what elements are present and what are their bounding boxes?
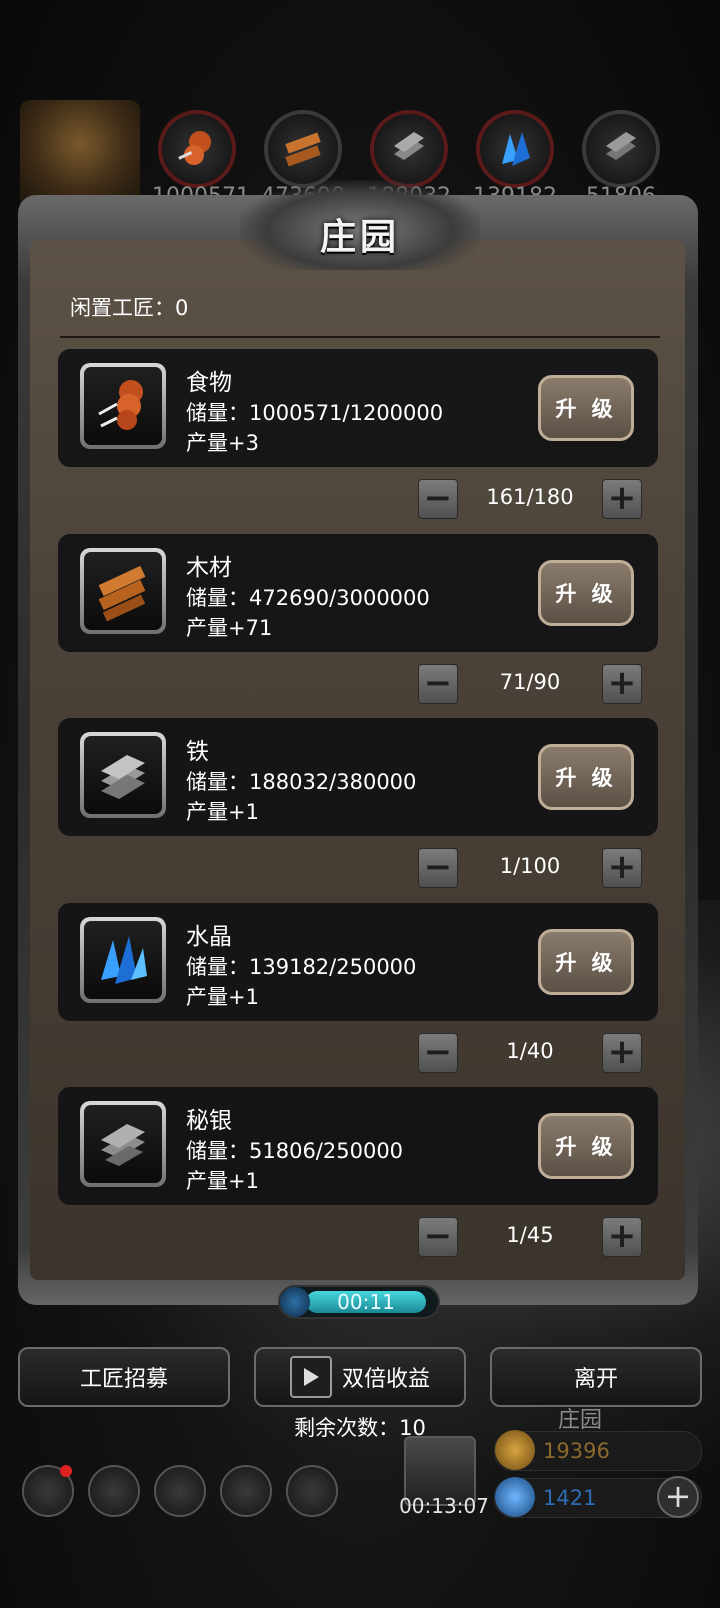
iron-icon (394, 132, 424, 160)
resource-production: 产量+1 (186, 800, 259, 824)
recruit-artisan-button[interactable]: 工匠招募 (18, 1347, 230, 1407)
resource-name: 木材 (186, 555, 232, 581)
add-gems-button[interactable]: + (657, 1476, 699, 1518)
resource-name: 食物 (186, 370, 232, 396)
resource-row-mithril: 秘银 储量：51806/250000 产量+1 升 级 (58, 1087, 658, 1205)
meat-icon (178, 131, 211, 165)
resource-storage: 储量：51806/250000 (186, 1139, 404, 1163)
resource-production: 产量+1 (186, 985, 259, 1009)
collect-timer: 00:11 (278, 1285, 440, 1319)
crystal-icon (502, 132, 530, 166)
leave-label: 离开 (573, 1367, 618, 1392)
resource-row-crystal: 水晶 储量：139182/250000 产量+1 升 级 (58, 903, 658, 1021)
worker-count: 161/180 (486, 485, 574, 509)
resource-production: 产量+1 (186, 1169, 259, 1193)
top-mithril-slot[interactable] (582, 110, 660, 188)
gold-value: 19396 (543, 1439, 610, 1463)
mithril-icon (606, 132, 636, 160)
mithril-icon-frame (80, 1101, 166, 1187)
wood-icon-frame (80, 548, 166, 634)
resource-row-food: 食物 储量：1000571/1200000 产量+3 升 级 (58, 349, 658, 467)
estate-label: 庄园 (558, 1408, 603, 1433)
upgrade-button[interactable]: 升 级 (538, 1113, 634, 1179)
top-crystal-slot[interactable] (476, 110, 554, 188)
top-wood-slot[interactable] (264, 110, 342, 188)
gem-counter: 1421 + (494, 1476, 702, 1518)
iron-icon (101, 755, 145, 799)
top-iron-slot[interactable] (370, 110, 448, 188)
gate-icon[interactable] (154, 1465, 206, 1517)
worker-count: 1/40 (506, 1039, 554, 1063)
meat-icon (98, 380, 143, 430)
avatar[interactable] (20, 100, 140, 210)
worker-stepper-crystal: − 1/40 + (418, 1033, 642, 1073)
upgrade-button[interactable]: 升 级 (538, 744, 634, 810)
crystal-icon (101, 936, 147, 984)
double-income-label: 双倍收益 (341, 1367, 430, 1392)
minus-button[interactable]: − (418, 479, 458, 519)
plus-button[interactable]: + (602, 848, 642, 888)
worker-count: 1/100 (499, 854, 561, 878)
minus-button[interactable]: − (418, 848, 458, 888)
gem-icon (495, 1477, 535, 1517)
mail-icon[interactable] (220, 1465, 272, 1517)
wood-icon (285, 132, 321, 167)
idle-artisans: 闲置工匠：0 (70, 296, 189, 320)
plus-button[interactable]: + (602, 664, 642, 704)
worker-stepper-wood: − 71/90 + (418, 664, 642, 704)
top-food-slot[interactable] (158, 110, 236, 188)
minus-button[interactable]: − (418, 664, 458, 704)
resource-row-iron: 铁 储量：188032/380000 产量+1 升 级 (58, 718, 658, 836)
wood-icon (98, 565, 146, 622)
resource-row-wood: 木材 储量：472690/3000000 产量+71 升 级 (58, 534, 658, 652)
panel-title: 庄园 (319, 216, 400, 258)
double-income-button[interactable]: 双倍收益 (254, 1347, 466, 1407)
resource-storage: 储量：139182/250000 (186, 955, 417, 979)
worker-count: 1/45 (506, 1223, 554, 1247)
minus-button[interactable]: − (418, 1217, 458, 1257)
food-icon-frame (80, 363, 166, 449)
resource-storage: 储量：188032/380000 (186, 770, 417, 794)
iron-icon-frame (80, 732, 166, 818)
resource-storage: 储量：472690/3000000 (186, 586, 430, 610)
upgrade-button[interactable]: 升 级 (538, 560, 634, 626)
gift-timer: 00:13:07 (399, 1494, 489, 1518)
resource-name: 秘银 (186, 1108, 232, 1134)
timer-text: 00:11 (337, 1290, 395, 1314)
worker-stepper-food: − 161/180 + (418, 479, 642, 519)
gold-counter: 19396 (494, 1430, 702, 1471)
settings-gear-icon[interactable] (22, 1465, 74, 1517)
recruit-label: 工匠招募 (79, 1367, 168, 1392)
resource-name: 水晶 (186, 924, 232, 950)
resource-name: 铁 (186, 739, 209, 765)
mithril-icon (101, 1124, 145, 1166)
divider (60, 336, 660, 338)
resource-production: 产量+71 (186, 616, 273, 640)
minus-button[interactable]: − (418, 1033, 458, 1073)
plus-button[interactable]: + (602, 1033, 642, 1073)
plus-button[interactable]: + (602, 1217, 642, 1257)
resource-production: 产量+3 (186, 431, 259, 455)
worker-count: 71/90 (499, 670, 561, 694)
play-video-icon (289, 1356, 332, 1398)
crystal-icon-frame (80, 917, 166, 1003)
gold-coin-icon (495, 1430, 535, 1470)
upgrade-button[interactable]: 升 级 (538, 375, 634, 441)
plus-button[interactable]: + (602, 479, 642, 519)
achievement-star-icon[interactable] (88, 1465, 140, 1517)
gem-value: 1421 (543, 1486, 597, 1510)
notification-dot (60, 1465, 72, 1477)
resource-storage: 储量：1000571/1200000 (186, 401, 444, 425)
worker-stepper-mithril: − 1/45 + (418, 1217, 642, 1257)
upgrade-button[interactable]: 升 级 (538, 929, 634, 995)
skill-icon[interactable] (286, 1465, 338, 1517)
worker-stepper-iron: − 1/100 + (418, 848, 642, 888)
leave-button[interactable]: 离开 (490, 1347, 702, 1407)
